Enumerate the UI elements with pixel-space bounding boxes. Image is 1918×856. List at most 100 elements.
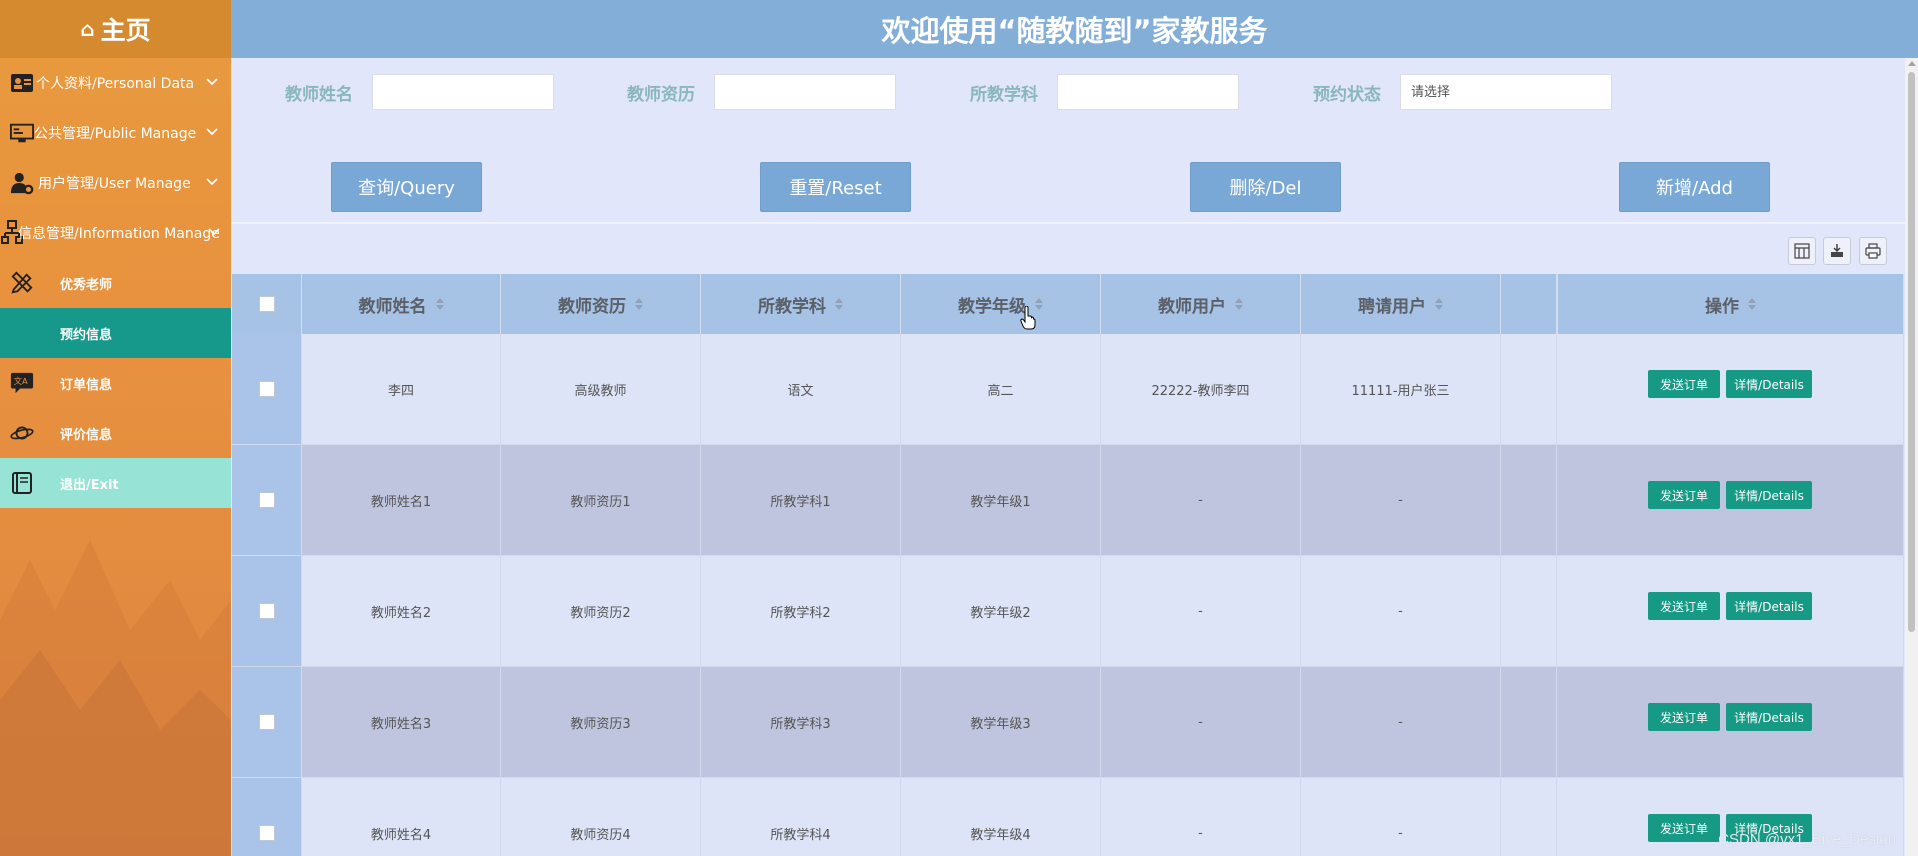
user-gear-icon bbox=[10, 171, 34, 195]
sidebar-item-excellent-teachers[interactable]: 优秀老师 bbox=[0, 258, 231, 308]
cell-grade: 教学年级1 bbox=[901, 445, 1101, 556]
table-row: 教师姓名2 教师资历2 所教学科2 教学年级2 - - 发送订单 详情/Deta… bbox=[232, 556, 1904, 667]
row-checkbox[interactable] bbox=[258, 492, 275, 508]
table-row: 教师姓名4 教师资历4 所教学科4 教学年级4 - - 发送订单 详情/Deta… bbox=[232, 778, 1904, 856]
column-header-hiring-user[interactable]: 聘请用户 bbox=[1301, 274, 1501, 334]
select-all-checkbox[interactable] bbox=[258, 296, 275, 312]
delete-button[interactable]: 删除/Del bbox=[1190, 162, 1341, 212]
sort-icon bbox=[1435, 297, 1443, 311]
subject-input[interactable] bbox=[1057, 74, 1239, 110]
cell-teacher-qualification: 高级教师 bbox=[501, 334, 701, 445]
book-icon bbox=[10, 471, 34, 495]
cell-teacher-user: - bbox=[1101, 667, 1301, 778]
chevron-down-icon bbox=[206, 128, 218, 136]
svg-text:文A: 文A bbox=[14, 376, 28, 386]
column-toggle-button[interactable] bbox=[1788, 237, 1816, 265]
sidebar-item-appointment-info[interactable]: 预约信息 bbox=[0, 308, 231, 358]
column-header-teacher-name[interactable]: 教师姓名 bbox=[302, 274, 501, 334]
sidebar-item-label: 评价信息 bbox=[60, 427, 113, 443]
row-checkbox[interactable] bbox=[258, 714, 275, 730]
table-row: 教师姓名1 教师资历1 所教学科1 教学年级1 - - 发送订单 详情/Deta… bbox=[232, 445, 1904, 556]
row-checkbox[interactable] bbox=[258, 381, 275, 397]
cell-teacher-qualification: 教师资历1 bbox=[501, 445, 701, 556]
cell-teacher-name: 教师姓名1 bbox=[302, 445, 501, 556]
sort-icon bbox=[1235, 297, 1243, 311]
cell-hiring-user: - bbox=[1301, 445, 1501, 556]
column-header-teacher-user[interactable]: 教师用户 bbox=[1101, 274, 1301, 334]
print-button[interactable] bbox=[1859, 237, 1887, 265]
chevron-down-icon bbox=[206, 78, 218, 86]
teacher-qualification-label: 教师资历 bbox=[627, 85, 695, 105]
mountain-background bbox=[0, 540, 231, 856]
send-order-button[interactable]: 发送订单 bbox=[1648, 370, 1720, 398]
add-button[interactable]: 新增/Add bbox=[1619, 162, 1770, 212]
query-button[interactable]: 查询/Query bbox=[331, 162, 482, 212]
sort-icon bbox=[1035, 297, 1043, 311]
appointment-status-label: 预约状态 bbox=[1313, 85, 1381, 105]
column-header-teacher-qualification[interactable]: 教师资历 bbox=[501, 274, 701, 334]
home-label: 主页 bbox=[100, 16, 151, 45]
cell-teacher-name: 教师姓名2 bbox=[302, 556, 501, 667]
home-link[interactable]: ⌂ 主页 bbox=[0, 0, 231, 58]
cell-teacher-qualification: 教师资历4 bbox=[501, 778, 701, 856]
details-button[interactable]: 详情/Details bbox=[1726, 703, 1812, 731]
sidebar-item-label: 用户管理/User Manage bbox=[38, 176, 191, 192]
sidebar-item-information-manage[interactable]: 信息管理/Information Manage bbox=[0, 208, 231, 258]
table-row: 教师姓名3 教师资历3 所教学科3 教学年级3 - - 发送订单 详情/Deta… bbox=[232, 667, 1904, 778]
sidebar-item-label: 退出/Exit bbox=[60, 477, 119, 493]
sidebar-item-label: 订单信息 bbox=[60, 377, 113, 393]
cell-teacher-name: 教师姓名3 bbox=[302, 667, 501, 778]
scroll-up-icon[interactable] bbox=[1908, 61, 1916, 66]
sidebar-item-personal-data[interactable]: 个人资料/Personal Data bbox=[0, 58, 231, 108]
details-button[interactable]: 详情/Details bbox=[1726, 592, 1812, 620]
cell-hiring-user: 11111-用户张三 bbox=[1301, 334, 1501, 445]
row-checkbox[interactable] bbox=[258, 603, 275, 619]
cell-grade: 教学年级4 bbox=[901, 778, 1101, 856]
scrollbar-thumb[interactable] bbox=[1908, 72, 1915, 632]
cell-grade: 高二 bbox=[901, 334, 1101, 445]
column-header-grade[interactable]: 教学年级 bbox=[901, 274, 1101, 334]
row-checkbox[interactable] bbox=[258, 825, 275, 841]
cell-subject: 所教学科3 bbox=[701, 667, 901, 778]
sort-icon bbox=[435, 297, 444, 311]
column-header-subject[interactable]: 所教学科 bbox=[701, 274, 901, 334]
cell-hiring-user: - bbox=[1301, 667, 1501, 778]
appointment-table: 教师姓名 教师资历 所教学科 教学年级 教师用户 聘请用户 操作 李四 高级教师… bbox=[232, 274, 1904, 856]
sidebar-item-label: 优秀老师 bbox=[60, 277, 113, 293]
vertical-scrollbar[interactable] bbox=[1905, 58, 1918, 856]
details-button[interactable]: 详情/Details bbox=[1726, 481, 1812, 509]
send-order-button[interactable]: 发送订单 bbox=[1648, 814, 1720, 842]
reset-button[interactable]: 重置/Reset bbox=[760, 162, 911, 212]
sort-icon bbox=[1748, 297, 1756, 311]
appointment-status-select[interactable] bbox=[1400, 74, 1612, 110]
sidebar-item-order-info[interactable]: 文A 订单信息 bbox=[0, 358, 231, 408]
hand-cursor-icon bbox=[1020, 306, 1036, 330]
sidebar: ⌂ 主页 个人资料/Personal Data 公共管理/Public Mana… bbox=[0, 0, 231, 856]
sidebar-item-public-manage[interactable]: 公共管理/Public Manage bbox=[0, 108, 231, 158]
sidebar-item-label: 信息管理/Information Manage bbox=[18, 226, 220, 242]
export-button[interactable] bbox=[1823, 237, 1851, 265]
column-header-actions[interactable]: 操作 bbox=[1557, 274, 1904, 334]
sidebar-item-user-manage[interactable]: 用户管理/User Manage bbox=[0, 158, 231, 208]
divider bbox=[231, 222, 1918, 224]
send-order-button[interactable]: 发送订单 bbox=[1648, 703, 1720, 731]
cell-hiring-user: - bbox=[1301, 778, 1501, 856]
cell-actions: 发送订单 详情/Details bbox=[1557, 334, 1904, 445]
cell-actions: 发送订单 详情/Details bbox=[1557, 445, 1904, 556]
planet-icon bbox=[10, 421, 34, 445]
send-order-button[interactable]: 发送订单 bbox=[1648, 481, 1720, 509]
teacher-name-input[interactable] bbox=[372, 74, 554, 110]
sidebar-item-exit[interactable]: 退出/Exit bbox=[0, 458, 231, 508]
export-icon bbox=[1831, 244, 1843, 257]
send-order-button[interactable]: 发送订单 bbox=[1648, 592, 1720, 620]
cell-grade: 教学年级3 bbox=[901, 667, 1101, 778]
monitor-icon bbox=[10, 121, 34, 145]
column-header-spacer bbox=[1501, 274, 1557, 334]
cell-teacher-name: 教师姓名4 bbox=[302, 778, 501, 856]
sidebar-item-review-info[interactable]: 评价信息 bbox=[0, 408, 231, 458]
watermark: CSDN @vx1_Biye_Design bbox=[1718, 831, 1896, 848]
details-button[interactable]: 详情/Details bbox=[1726, 370, 1812, 398]
page-title: 欢迎使用“随教随到”家教服务 bbox=[231, 0, 1918, 58]
teacher-qualification-input[interactable] bbox=[714, 74, 896, 110]
chevron-down-icon bbox=[208, 228, 220, 236]
